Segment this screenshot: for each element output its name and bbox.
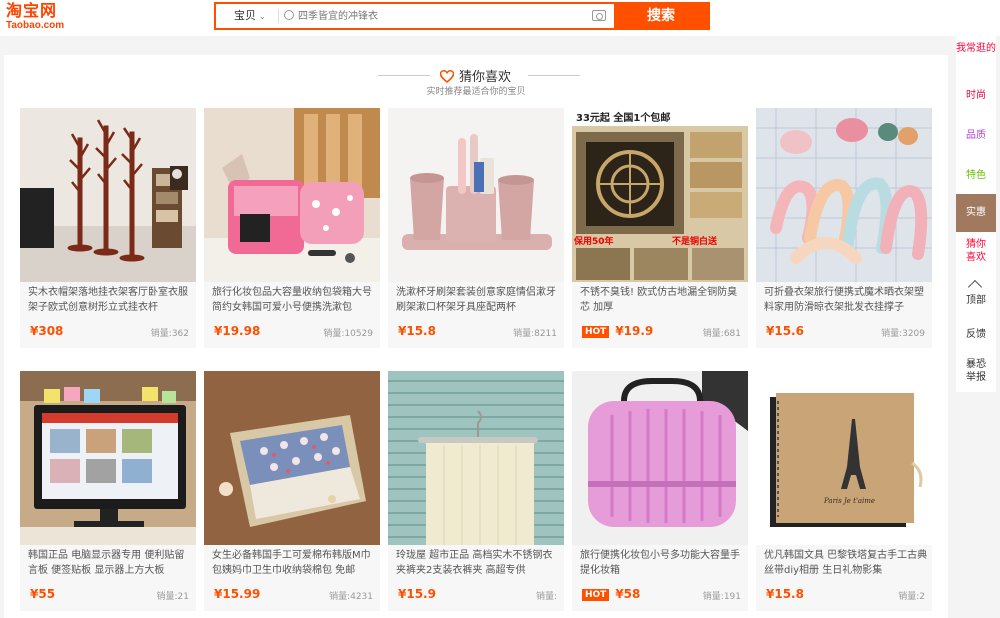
product-card[interactable]: 玲珑屋 超市正品 高档实木不锈钢衣夹裤夹2支装衣裤夹 高超专供 ¥15.9 销量… [388,371,564,611]
logo-domain: Taobao.com [6,20,65,31]
product-price: ¥55 [30,587,56,601]
product-card[interactable]: 33元起 全国1个包邮 保用50年 不是铜白送 不锈不臭钱! 欧式仿古地漏全铜防… [572,108,748,348]
product-card[interactable]: 韩国正品 电脑显示器专用 便利贴留言板 便签贴板 显示器上方大板 ¥55 销量:… [20,371,196,611]
hot-badge: HOT [582,326,610,338]
product-image[interactable] [204,371,380,545]
product-title[interactable]: 韩国正品 电脑显示器专用 便利贴留言板 便签贴板 显示器上方大板 [28,548,192,578]
sidebar-item-guess[interactable]: 猜你喜欢 [962,238,990,264]
sidebar-item-quality[interactable]: 品质 [956,129,996,142]
product-sales: 销量:2 [898,592,925,602]
drain-warranty-text: 保用50年 [573,235,614,247]
search-category-select[interactable]: 宝贝 ⌄ [222,4,276,28]
taobao-logo[interactable]: 淘宝网 Taobao.com [6,2,74,32]
drain-promo-text: 33元起 全国1个包邮 [576,111,670,124]
product-price: ¥15.8 [398,324,436,338]
product-card[interactable]: 洗漱杯牙刷架套装创意家庭情侣漱牙刷架漱口杯架牙具座配两杯 ¥15.8 销量:82… [388,108,564,348]
product-image[interactable] [388,371,564,545]
sidebar-item-bargain[interactable]: 实惠 [956,194,996,232]
product-price-value: ¥58 [615,587,641,601]
product-title[interactable]: 实木衣帽架落地挂衣架客厅卧室衣服架子欧式创意树形立式挂衣杆 [28,285,192,315]
product-image[interactable] [204,108,380,282]
drain-copper-text: 不是铜白送 [672,235,718,247]
product-title[interactable]: 玲珑屋 超市正品 高档实木不锈钢衣夹裤夹2支装衣裤夹 高超专供 [396,548,560,578]
product-card[interactable]: 女生必备韩国手工可爱棉布韩版M巾包姨妈巾卫生巾收纳袋棉包 免邮 ¥15.99 销… [204,371,380,611]
product-price-value: ¥19.9 [615,324,654,338]
chevron-down-icon: ⌄ [259,12,266,21]
product-sales: 销量:362 [150,329,189,339]
product-card[interactable]: 旅行便携化妆包小号多功能大容量手提化妆箱 HOT ¥58 销量:191 [572,371,748,611]
product-price: ¥15.8 [766,587,804,601]
product-title[interactable]: 洗漱杯牙刷架套装创意家庭情侣漱牙刷架漱口杯架牙具座配两杯 [396,285,560,315]
product-price: ¥308 [30,324,64,338]
product-image[interactable] [20,371,196,545]
product-price: ¥15.99 [214,587,261,601]
album-caption: Paris Je t'aime [823,497,875,505]
section-title: 猜你喜欢 [440,66,511,85]
product-image[interactable]: Paris Je t'aime [756,371,932,545]
product-card[interactable]: Paris Je t'aime 优凡韩国文具 巴黎铁塔复古手工古典丝带diy相册… [756,371,932,611]
product-card[interactable]: 可折叠衣架旅行便携式魔术晒衣架塑料家用防滑晾衣架批发衣挂撑子 ¥15.6 销量:… [756,108,932,348]
product-title[interactable]: 女生必备韩国手工可爱棉布韩版M巾包姨妈巾卫生巾收纳袋棉包 免邮 [212,548,376,578]
sidebar-item-top[interactable]: 顶部 [956,294,996,307]
section-title-text: 猜你喜欢 [459,70,512,85]
product-sales: 销量:3209 [881,329,925,339]
product-title[interactable]: 旅行化妆包品大容量收纳包袋箱大号简约女韩国可爱小号便携洗漱包 [212,285,376,315]
product-card[interactable]: 旅行化妆包品大容量收纳包袋箱大号简约女韩国可爱小号便携洗漱包 ¥19.98 销量… [204,108,380,348]
product-image[interactable] [20,108,196,282]
product-sales: 销量:681 [702,329,741,339]
product-title[interactable]: 可折叠衣架旅行便携式魔术晒衣架塑料家用防滑晾衣架批发衣挂撑子 [764,285,928,315]
product-price: ¥19.98 [214,324,261,338]
product-image[interactable] [572,371,748,545]
sidebar-item-report[interactable]: 暴恐举报 [962,358,990,384]
product-sales: 销量:4231 [329,592,373,602]
top-header: 淘宝网 Taobao.com 宝贝⌄ 搜索 [0,0,1000,36]
product-image[interactable] [388,108,564,282]
section-subtitle: 实时推荐最适合你的宝贝 [426,87,526,97]
title-divider-right [528,75,580,76]
product-card[interactable]: 实木衣帽架落地挂衣架客厅卧室衣服架子欧式创意树形立式挂衣杆 ¥308 销量:36… [20,108,196,348]
product-title[interactable]: 优凡韩国文具 巴黎铁塔复古手工古典丝带diy相册 生日礼物影集 [764,548,928,578]
guess-you-like-panel: 猜你喜欢 实时推荐最适合你的宝贝 实木衣帽架落地挂衣架客厅卧室衣服架子欧式创意树… [4,55,948,618]
product-price: HOT ¥19.9 [582,324,653,338]
product-price: HOT ¥58 [582,587,640,601]
sidebar-item-fashion[interactable]: 时尚 [956,89,996,102]
product-sales: 销量:21 [156,592,190,602]
sidebar-item-featured[interactable]: 特色 [956,169,996,182]
product-price: ¥15.9 [398,587,436,601]
sidebar-item-frequent[interactable]: 我常逛的 [956,42,996,55]
heart-icon [440,70,454,83]
search-button[interactable]: 搜索 [614,4,708,28]
product-title[interactable]: 不锈不臭钱! 欧式仿古地漏全铜防臭芯 加厚 [580,285,744,315]
product-sales: 销量:10529 [323,329,373,339]
hot-badge: HOT [582,589,610,601]
product-title[interactable]: 旅行便携化妆包小号多功能大容量手提化妆箱 [580,548,744,578]
right-sidebar: 我常逛的 时尚 品质 特色 实惠 猜你喜欢 顶部 反馈 暴恐举报 [956,34,996,392]
search-category-label: 宝贝 [234,9,256,22]
search-divider [278,9,279,23]
logo-text: 淘宝网 [6,1,58,20]
sidebar-item-feedback[interactable]: 反馈 [956,328,996,341]
search-input[interactable] [282,6,582,26]
camera-icon[interactable] [592,10,606,21]
product-sales: 销量:8211 [513,329,557,339]
search-bar: 宝贝⌄ 搜索 [214,2,710,30]
arrow-up-icon[interactable] [967,279,983,295]
title-divider-left [378,75,430,76]
product-image[interactable] [756,108,932,282]
product-sales: 销量:191 [702,592,741,602]
product-sales: 销量: [535,592,557,602]
product-price: ¥15.6 [766,324,804,338]
product-image[interactable]: 33元起 全国1个包邮 保用50年 不是铜白送 [572,108,748,282]
